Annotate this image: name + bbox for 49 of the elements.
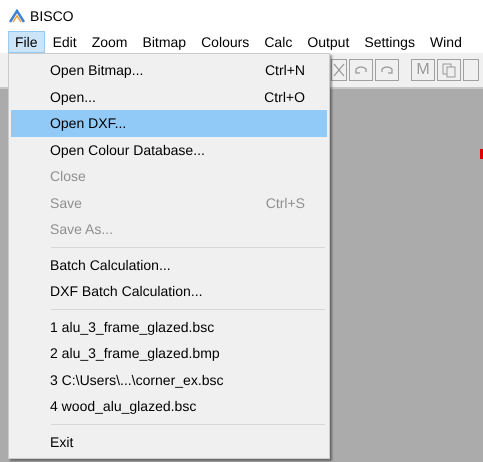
menu-item-label: 4 wood_alu_glazed.bsc <box>50 398 196 414</box>
menu-item-label: 3 C:\Users\...\corner_ex.bsc <box>50 372 224 388</box>
menu-item[interactable]: 1 alu_3_frame_glazed.bsc <box>11 314 327 340</box>
menu-item[interactable]: Open DXF... <box>11 110 327 136</box>
menu-bar-item[interactable]: Calc <box>257 30 300 52</box>
redo-icon <box>379 64 395 76</box>
menu-item-label: 1 alu_3_frame_glazed.bsc <box>50 318 214 335</box>
toolbar-button[interactable] <box>463 59 479 81</box>
undo-icon <box>353 64 369 76</box>
window-title: BISCO <box>30 8 74 24</box>
menu-item-label: Open... <box>50 88 96 105</box>
menu-item[interactable]: 4 wood_alu_glazed.bsc <box>11 393 327 420</box>
menu-item[interactable]: 2 alu_3_frame_glazed.bmp <box>11 340 327 366</box>
marker <box>480 149 483 159</box>
menu-item-label: Open DXF... <box>50 115 126 132</box>
menu-bar-item[interactable]: Edit <box>46 30 84 52</box>
menu-bar-item[interactable]: File <box>8 30 45 52</box>
menu-bar-item[interactable]: Output <box>300 30 356 52</box>
cut-button[interactable] <box>331 59 347 81</box>
menu-item[interactable]: Open Colour Database... <box>11 136 327 163</box>
copy-icon <box>441 62 457 78</box>
menu-item[interactable]: Open Bitmap... Ctrl+N <box>11 57 327 84</box>
menu-item[interactable]: Batch Calculation... <box>11 252 327 278</box>
menu-bar-item[interactable]: Bitmap <box>135 30 194 52</box>
copy-button[interactable] <box>437 59 461 81</box>
menu-item-label: Exit <box>50 434 74 450</box>
menu-bar-item[interactable]: Colours <box>194 30 256 52</box>
menu-bar-item[interactable]: Zoom <box>84 30 134 52</box>
shortcut-label: Ctrl+O <box>264 88 305 105</box>
menu-item-label: DXF Batch Calculation... <box>50 283 203 300</box>
shortcut-label: Ctrl+N <box>264 62 305 78</box>
menu-item[interactable]: Exit <box>11 428 327 455</box>
menu-item-label: Save <box>50 194 82 211</box>
menu-item-label: Close <box>50 168 86 184</box>
menu-item[interactable]: Open... Ctrl+O <box>11 84 327 110</box>
menu-item[interactable]: DXF Batch Calculation... <box>11 278 327 304</box>
menu-item-label: Open Colour Database... <box>50 142 205 158</box>
menu-bar-item[interactable]: Settings <box>357 30 422 52</box>
menu-item[interactable]: 3 C:\Users\...\corner_ex.bsc <box>11 366 327 393</box>
shortcut-label: Ctrl+S <box>266 194 305 211</box>
menu-item-label: Save As... <box>50 221 114 238</box>
app-logo-icon <box>9 9 25 23</box>
menu-item-label: Batch Calculation... <box>50 256 171 273</box>
cross-icon <box>333 62 345 78</box>
redo-button[interactable] <box>375 59 399 81</box>
menu-bar-item[interactable]: Wind <box>422 30 469 52</box>
menu-item-label: Open Bitmap... <box>50 62 144 78</box>
undo-button[interactable] <box>349 59 373 81</box>
menu-item-label: 2 alu_3_frame_glazed.bmp <box>50 345 220 362</box>
